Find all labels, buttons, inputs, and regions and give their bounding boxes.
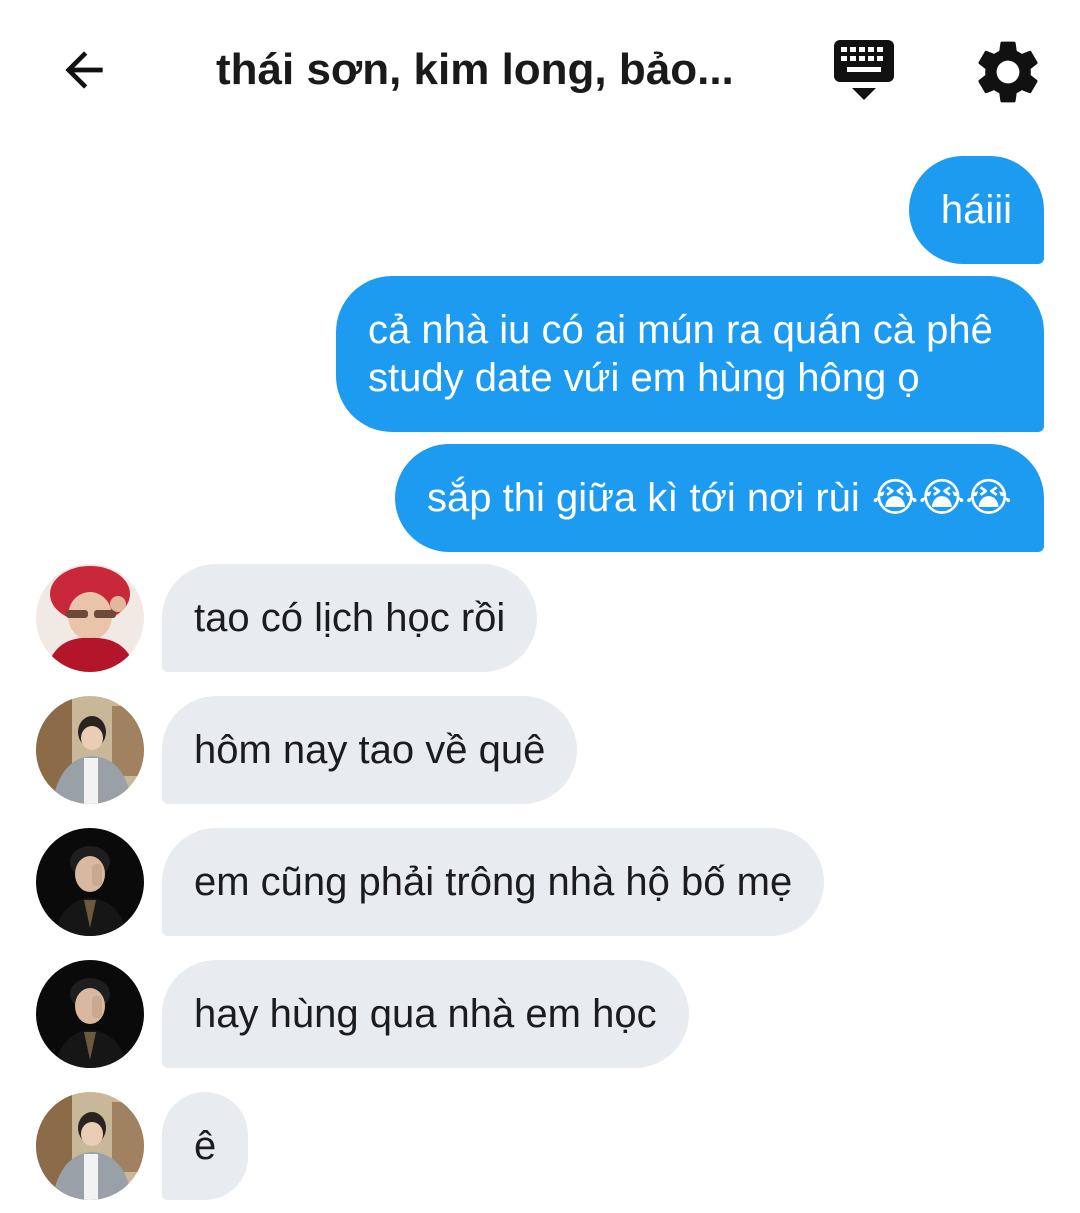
incoming-message-bubble[interactable]: hay hùng qua nhà em học [162,960,689,1068]
outgoing-message-bubble[interactable]: cả nhà iu có ai mún ra quán cà phê study… [336,276,1044,432]
crying-face-emoji: 😭😭😭 [871,475,1012,521]
message-list: háiii cả nhà iu có ai mún ra quán cà phê… [0,0,1080,1213]
message-text: tao có lịch học rồi [194,596,506,640]
message-text: sắp thi giữa kì tới nơi rùi [427,476,860,520]
message-text: hôm nay tao về quê [194,728,546,772]
message-text: hay hùng qua nhà em học [194,992,657,1036]
message-text: ê [194,1124,217,1168]
incoming-message-bubble[interactable]: ê [162,1092,249,1200]
avatar[interactable] [36,696,144,804]
avatar[interactable] [36,1092,144,1200]
avatar[interactable] [36,960,144,1068]
avatar[interactable] [36,564,144,672]
message-text: em cũng phải trông nhà hộ bố mẹ [194,860,793,904]
message-text: cả nhà iu có ai mún ra quán cà phê study… [368,308,993,400]
outgoing-message-bubble[interactable]: háiii [908,156,1044,264]
message-text: háiii [940,188,1012,232]
outgoing-message-bubble[interactable]: sắp thi giữa kì tới nơi rùi 😭😭😭 [395,444,1044,552]
incoming-message-bubble[interactable]: em cũng phải trông nhà hộ bố mẹ [162,828,825,936]
incoming-message-bubble[interactable]: hôm nay tao về quê [162,696,578,804]
incoming-message-bubble[interactable]: tao có lịch học rồi [162,564,538,672]
avatar[interactable] [36,828,144,936]
